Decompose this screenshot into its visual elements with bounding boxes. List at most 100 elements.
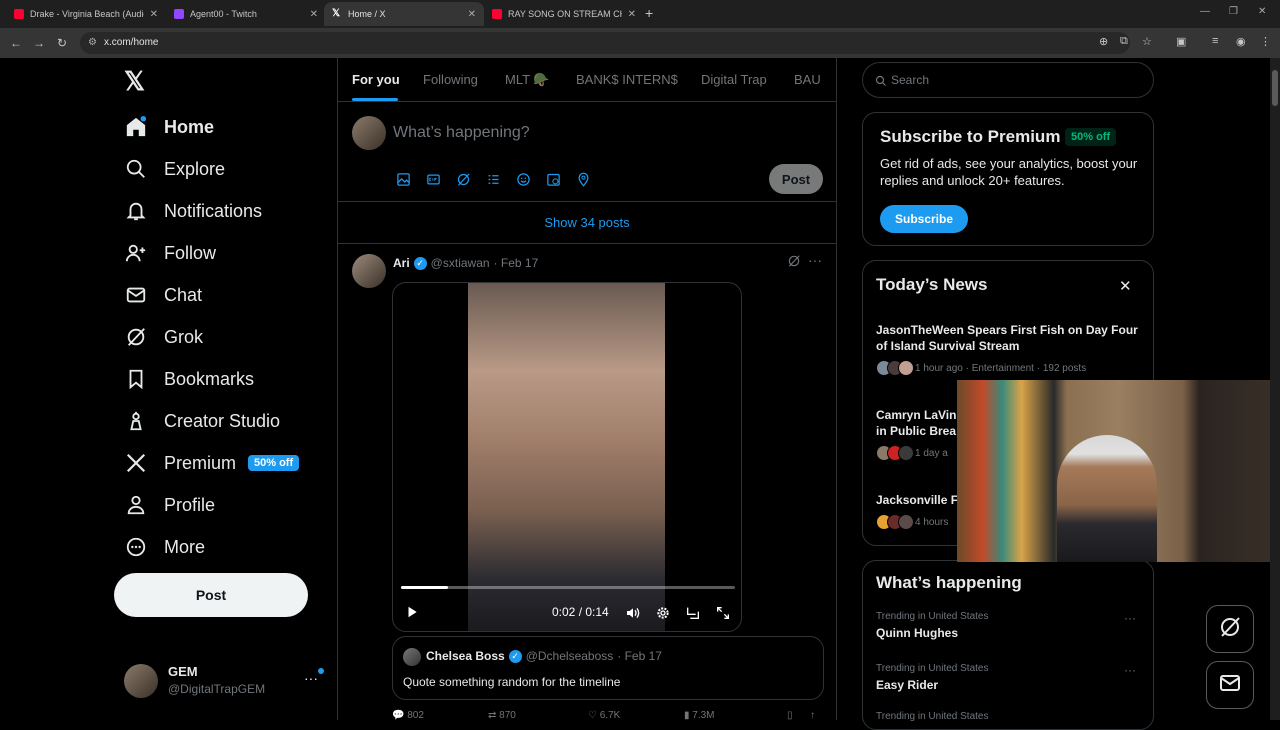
video-player[interactable]: 0:02 / 0:14 bbox=[392, 282, 742, 632]
tab-mlt[interactable]: MLT 🪖 bbox=[505, 72, 550, 88]
like-button[interactable]: ♡ 6.7K bbox=[588, 710, 620, 721]
back-icon[interactable]: ← bbox=[10, 36, 22, 50]
browser-tab[interactable]: Agent00 - Twitch ✕ bbox=[166, 2, 326, 26]
tweet-date[interactable]: · Feb 17 bbox=[494, 256, 539, 270]
schedule-icon[interactable] bbox=[544, 170, 562, 188]
reply-button[interactable]: 💬 802 bbox=[392, 710, 424, 721]
location-icon[interactable] bbox=[574, 170, 592, 188]
nav-bookmarks[interactable]: Bookmarks bbox=[124, 362, 254, 396]
trend-item[interactable]: Trending in United States Quinn Hughes ·… bbox=[876, 611, 1142, 640]
subscribe-button[interactable]: Subscribe bbox=[880, 205, 968, 233]
reload-icon[interactable]: ↻ bbox=[57, 36, 67, 50]
install-icon[interactable]: ⧉ bbox=[1120, 35, 1128, 48]
nav-grok[interactable]: Grok bbox=[124, 320, 203, 354]
grok-icon[interactable] bbox=[454, 170, 472, 188]
trend-item[interactable]: Trending in United States Easy Rider ··· bbox=[876, 663, 1142, 692]
close-icon[interactable]: ✕ bbox=[1119, 277, 1132, 295]
pip-icon[interactable] bbox=[685, 605, 701, 626]
verified-badge-icon: ✓ bbox=[413, 256, 427, 270]
x-logo-icon[interactable]: 𝕏 bbox=[124, 68, 150, 94]
close-tab-icon[interactable]: ✕ bbox=[150, 9, 158, 20]
show-new-posts-link[interactable]: Show 34 posts bbox=[338, 202, 836, 244]
grok-icon[interactable] bbox=[787, 254, 801, 273]
reply-count: 802 bbox=[407, 710, 424, 721]
scrollbar[interactable] bbox=[1270, 58, 1280, 720]
creator-icon bbox=[124, 409, 148, 433]
tab-digital-trap[interactable]: Digital Trap bbox=[701, 72, 767, 87]
compose-input[interactable]: What’s happening? bbox=[393, 124, 530, 142]
volume-icon[interactable] bbox=[625, 605, 641, 626]
author-name[interactable]: Ari bbox=[393, 256, 410, 270]
nav-notifications[interactable]: Notifications bbox=[124, 194, 262, 228]
news-title: Today’s News bbox=[876, 275, 988, 294]
nav-label: Bookmarks bbox=[164, 368, 255, 389]
nav-more[interactable]: More bbox=[124, 530, 205, 564]
menu-icon[interactable]: ⋮ bbox=[1260, 35, 1271, 48]
nav-label: More bbox=[164, 536, 206, 557]
tweet[interactable]: Ari ✓ @sxtiawan · Feb 17 ··· 0:02 / 0:14… bbox=[338, 244, 836, 721]
grok-fab[interactable] bbox=[1206, 605, 1254, 653]
messages-fab[interactable] bbox=[1206, 661, 1254, 709]
tab-bau[interactable]: BAU bbox=[794, 72, 821, 87]
tab-banks-interns[interactable]: BANK$ INTERN$ bbox=[576, 72, 678, 87]
nav-follow[interactable]: Follow bbox=[124, 236, 216, 270]
bookmark-star-icon[interactable]: ☆ bbox=[1142, 35, 1152, 48]
quoted-tweet[interactable]: Chelsea Boss ✓ @Dchelseaboss · Feb 17 Qu… bbox=[392, 636, 824, 700]
minimize-icon[interactable]: — bbox=[1200, 6, 1210, 17]
tab-for-you[interactable]: For you bbox=[352, 72, 400, 87]
settings-gear-icon[interactable] bbox=[655, 605, 671, 626]
nav-explore[interactable]: Explore bbox=[124, 152, 225, 186]
compose-post-button[interactable]: Post bbox=[769, 164, 823, 194]
more-dots-icon[interactable]: ··· bbox=[1124, 611, 1136, 625]
site-info-icon[interactable]: ⚙ bbox=[88, 32, 97, 54]
play-icon[interactable] bbox=[405, 605, 419, 624]
premium-card: Subscribe to Premium 50% off Get rid of … bbox=[862, 112, 1154, 246]
more-dots-icon[interactable]: ··· bbox=[1124, 663, 1136, 677]
nav-creator-studio[interactable]: Creator Studio bbox=[124, 404, 280, 438]
account-switcher[interactable]: GEM @DigitalTrapGEM ··· bbox=[124, 662, 324, 702]
poll-icon[interactable] bbox=[484, 170, 502, 188]
close-tab-icon[interactable]: ✕ bbox=[310, 9, 318, 20]
close-tab-icon[interactable]: ✕ bbox=[628, 9, 636, 20]
bookmark-icon[interactable]: ▯ bbox=[787, 710, 793, 721]
tab-following[interactable]: Following bbox=[423, 72, 478, 87]
image-icon[interactable] bbox=[394, 170, 412, 188]
fullscreen-icon[interactable] bbox=[715, 605, 731, 626]
maximize-icon[interactable]: ❐ bbox=[1229, 6, 1238, 17]
browser-tab[interactable]: RAY SONG ON STREAM CHRIS... ✕ bbox=[484, 2, 644, 26]
more-dots-icon[interactable]: ··· bbox=[808, 252, 822, 268]
nav-home[interactable]: Home bbox=[124, 110, 214, 144]
nav-label: Grok bbox=[164, 326, 204, 347]
author-handle[interactable]: @sxtiawan bbox=[431, 256, 490, 270]
nav-profile[interactable]: Profile bbox=[124, 488, 215, 522]
nav-premium[interactable]: Premium 50% off bbox=[124, 446, 300, 480]
close-tab-icon[interactable]: ✕ bbox=[468, 9, 476, 20]
browser-tab[interactable]: Drake - Virginia Beach (Audio) ✕ bbox=[6, 2, 166, 26]
profile-icon[interactable]: ◉ bbox=[1236, 35, 1246, 48]
zoom-icon[interactable]: ⊕ bbox=[1099, 35, 1108, 48]
search-icon bbox=[875, 74, 887, 92]
emoji-icon[interactable] bbox=[514, 170, 532, 188]
news-item[interactable]: JasonTheWeen Spears First Fish on Day Fo… bbox=[876, 322, 1142, 376]
search-placeholder: Search bbox=[891, 73, 930, 87]
forward-icon[interactable]: → bbox=[33, 36, 45, 50]
more-dots-icon[interactable]: ··· bbox=[304, 670, 318, 686]
share-icon[interactable]: ↑ bbox=[810, 710, 815, 721]
window-close-icon[interactable]: ✕ bbox=[1258, 6, 1266, 17]
browser-tab-active[interactable]: 𝕏 Home / X ✕ bbox=[324, 2, 484, 26]
gif-icon[interactable] bbox=[424, 170, 442, 188]
new-tab-icon[interactable]: + bbox=[645, 5, 653, 21]
post-button[interactable]: Post bbox=[114, 573, 308, 617]
sidepanel-icon[interactable]: ▣ bbox=[1176, 35, 1186, 48]
scrollbar-thumb[interactable] bbox=[1272, 70, 1278, 106]
media-icon[interactable]: ≡ bbox=[1212, 35, 1218, 47]
grok-icon bbox=[1218, 615, 1242, 644]
repost-button[interactable]: ⇄ 870 bbox=[488, 710, 516, 721]
nav-chat[interactable]: Chat bbox=[124, 278, 202, 312]
views-button[interactable]: ▮ 7.3M bbox=[684, 710, 715, 721]
video-progress-bar[interactable] bbox=[401, 586, 735, 589]
url-field[interactable]: ⚙ x.com/home bbox=[80, 32, 1130, 54]
search-input[interactable]: Search bbox=[862, 62, 1154, 98]
trend-item[interactable]: Trending in United States bbox=[876, 711, 1142, 722]
avatar[interactable] bbox=[352, 254, 386, 288]
